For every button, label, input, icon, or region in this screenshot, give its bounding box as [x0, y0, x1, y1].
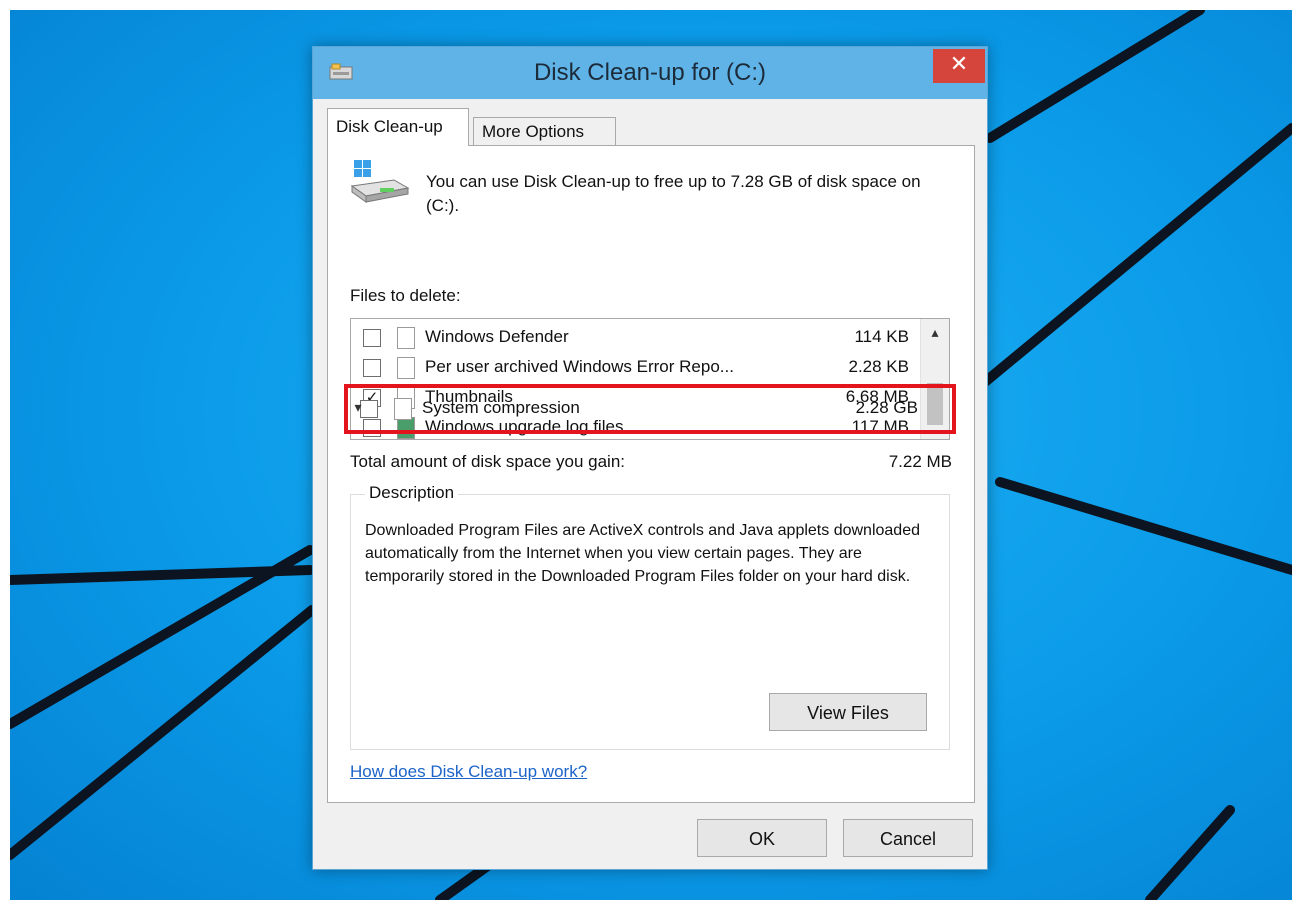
file-name: Per user archived Windows Error Repo...	[425, 357, 734, 376]
ok-button[interactable]: OK	[697, 819, 827, 857]
drive-icon	[350, 158, 410, 208]
window-title: Disk Clean-up for (C:)	[533, 59, 767, 86]
file-name: System compression	[422, 398, 580, 417]
tab-disk-cleanup[interactable]: Disk Clean-up	[327, 108, 469, 146]
intro-text: You can use Disk Clean-up to free up to …	[426, 172, 921, 215]
disk-cleanup-dialog: Disk Clean-up for (C:) ✕ Disk Clean-up M…	[312, 46, 988, 870]
list-item-highlighted[interactable]: System compression 2.28 GB	[358, 394, 918, 422]
cancel-button[interactable]: Cancel	[843, 819, 973, 857]
list-item[interactable]: Per user archived Windows Error Repo... …	[351, 353, 921, 381]
view-files-button[interactable]: View Files	[769, 693, 927, 731]
file-size: 2.28 GB	[855, 398, 918, 417]
close-button[interactable]: ✕	[933, 49, 985, 83]
files-to-delete-label: Files to delete:	[350, 286, 461, 305]
total-gain-value: 7.22 MB	[888, 452, 952, 471]
file-size: 114 KB	[854, 327, 909, 346]
scroll-down-icon[interactable]: ▾	[348, 400, 368, 420]
file-name: Windows Defender	[425, 327, 569, 346]
close-icon: ✕	[949, 52, 969, 77]
help-link[interactable]: How does Disk Clean-up work?	[350, 762, 587, 782]
disk-cleanup-panel: You can use Disk Clean-up to free up to …	[327, 145, 975, 803]
description-legend: Description	[365, 483, 459, 503]
description-group: Description Downloaded Program Files are…	[350, 483, 950, 750]
highlight-box: System compression 2.28 GB ▾	[344, 384, 956, 434]
title-bar[interactable]: Disk Clean-up for (C:) ✕	[313, 47, 987, 99]
checkbox[interactable]	[363, 359, 381, 377]
file-size: 2.28 KB	[848, 357, 910, 376]
file-icon	[397, 327, 415, 349]
file-icon	[394, 398, 412, 420]
description-text: Downloaded Program Files are ActiveX con…	[365, 522, 920, 585]
total-gain-label: Total amount of disk space you gain:	[350, 452, 625, 471]
list-item[interactable]: Windows Defender 114 KB	[351, 323, 921, 351]
checkbox[interactable]	[363, 329, 381, 347]
scroll-up-icon[interactable]: ▴	[921, 325, 949, 345]
tab-more-options[interactable]: More Options	[473, 117, 616, 146]
file-icon	[397, 357, 415, 379]
